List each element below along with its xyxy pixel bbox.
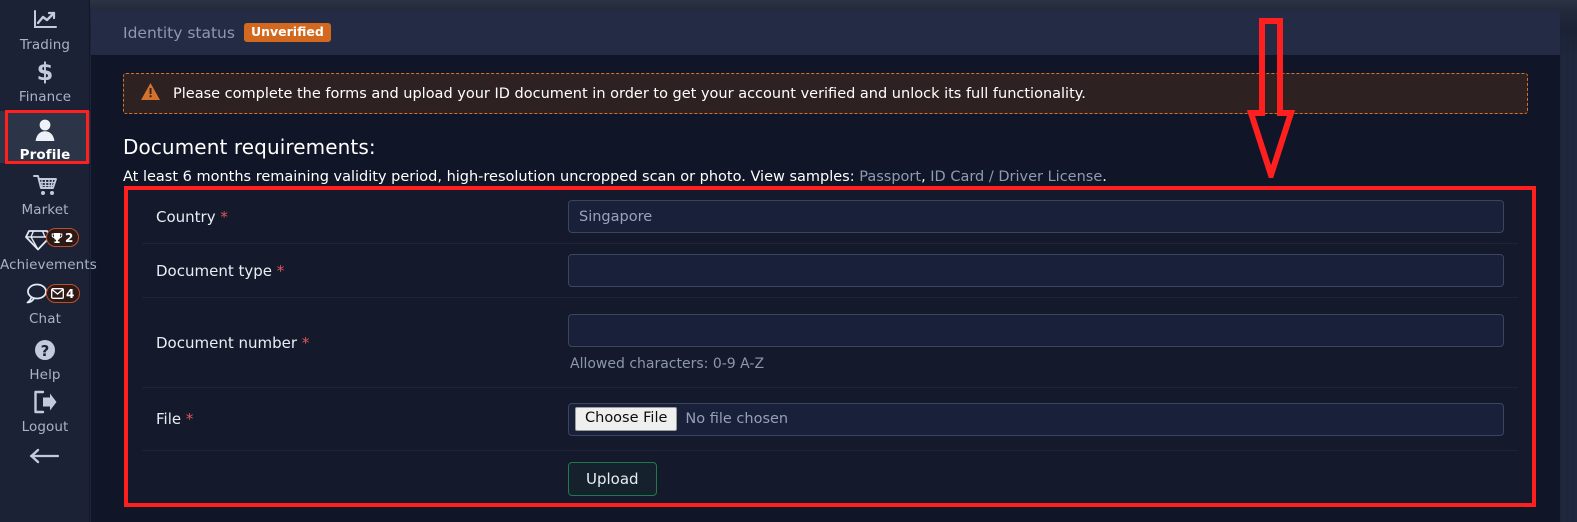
sidebar-item-logout[interactable]: Logout: [0, 388, 90, 435]
form-row-file: File * Choose File No file chosen: [142, 388, 1518, 451]
document-number-input[interactable]: [568, 313, 1504, 347]
link-separator: ,: [921, 169, 931, 185]
content-area: Please complete the forms and upload you…: [91, 73, 1560, 185]
arrow-left-icon: [0, 442, 90, 470]
document-number-label-text: Document number: [156, 333, 298, 352]
sidebar-item-label: Chat: [29, 311, 61, 327]
identity-form: Country * Document type * Document n: [124, 186, 1536, 507]
sidebar-item-market[interactable]: Market: [0, 171, 90, 218]
form-row-country: Country *: [142, 190, 1518, 244]
requirements-title: Document requirements:: [123, 135, 376, 159]
speech-bubble-icon: 4: [0, 280, 90, 308]
sidebar-item-label: Help: [29, 367, 61, 383]
sidebar-item-label: Achievements: [0, 257, 97, 273]
trophy-icon: [51, 232, 63, 243]
file-label: File *: [142, 410, 568, 428]
form-inner: Country * Document type * Document n: [128, 190, 1532, 507]
envelope-icon: [51, 288, 64, 299]
sidebar-item-finance[interactable]: $ Finance: [0, 58, 90, 105]
sidebar-collapse-button[interactable]: [0, 442, 90, 470]
file-name-text: No file chosen: [685, 411, 789, 427]
question-mark-icon: ?: [0, 336, 90, 364]
requirements-description: At least 6 months remaining validity per…: [123, 169, 1528, 185]
required-marker: *: [185, 410, 194, 428]
chat-badge-count: 4: [66, 286, 75, 301]
document-type-label: Document type *: [142, 262, 568, 280]
document-type-label-text: Document type: [156, 261, 272, 280]
country-label-text: Country: [156, 207, 216, 226]
dollar-icon: $: [0, 58, 90, 86]
file-input[interactable]: Choose File No file chosen: [568, 402, 1504, 436]
required-marker: *: [301, 333, 310, 352]
identity-status-label: Identity status: [123, 23, 235, 42]
cart-icon: [0, 171, 90, 199]
submit-wrap: Upload: [568, 462, 1518, 496]
document-number-label: Document number *: [142, 334, 568, 352]
sidebar-item-label: Trading: [19, 37, 71, 53]
document-number-field-wrap: Allowed characters: 0-9 A-Z: [568, 313, 1518, 372]
country-label: Country *: [142, 208, 568, 226]
required-marker: *: [220, 207, 228, 226]
country-input[interactable]: [568, 200, 1504, 233]
document-number-hint: Allowed characters: 0-9 A-Z: [570, 355, 765, 372]
svg-text:$: $: [37, 59, 54, 85]
passport-sample-link[interactable]: Passport: [859, 169, 921, 185]
choose-file-button[interactable]: Choose File: [575, 406, 678, 432]
diamond-icon: 2: [0, 226, 90, 254]
sidebar-item-achievements[interactable]: 2 Achievements: [0, 226, 97, 273]
document-type-field-wrap: [568, 254, 1518, 287]
sidebar-item-help[interactable]: ? Help: [0, 336, 90, 383]
idcard-sample-link[interactable]: ID Card / Driver License: [930, 169, 1102, 185]
alert-text: Please complete the forms and upload you…: [173, 85, 1086, 102]
logout-icon: [0, 388, 90, 416]
sidebar-item-label: Finance: [18, 89, 72, 105]
app-root: Trading $ Finance Profile Market 2 Achie…: [0, 0, 1577, 522]
svg-text:?: ?: [41, 342, 50, 360]
file-field-wrap: Choose File No file chosen: [568, 402, 1518, 436]
country-field-wrap: [568, 200, 1518, 233]
document-type-input[interactable]: [568, 254, 1504, 287]
user-icon: [0, 116, 90, 144]
requirements-text-end: .: [1102, 169, 1107, 185]
form-row-document-type: Document type *: [142, 244, 1518, 298]
achievements-badge-count: 2: [65, 230, 74, 245]
file-label-text: File: [156, 410, 182, 428]
achievements-badge: 2: [46, 228, 80, 247]
upload-button[interactable]: Upload: [568, 462, 657, 496]
identity-status-bar: Identity status Unverified: [91, 10, 1560, 55]
sidebar-item-profile[interactable]: Profile: [0, 111, 90, 163]
requirements-text: At least 6 months remaining validity per…: [123, 169, 860, 185]
chart-line-icon: [0, 6, 90, 34]
required-marker: *: [276, 261, 285, 280]
sidebar-item-trading[interactable]: Trading: [0, 6, 90, 53]
main-sidebar: Trading $ Finance Profile Market 2 Achie…: [0, 0, 97, 522]
form-row-document-number: Document number * Allowed characters: 0-…: [142, 298, 1518, 388]
sidebar-item-label: Market: [21, 202, 69, 218]
sidebar-item-label: Profile: [19, 147, 71, 163]
verification-alert: Please complete the forms and upload you…: [123, 73, 1528, 114]
sidebar-item-label: Logout: [21, 419, 69, 435]
form-row-submit: Upload: [142, 451, 1518, 507]
sidebar-item-chat[interactable]: 4 Chat: [0, 280, 90, 327]
warning-triangle-icon: [140, 82, 161, 105]
chat-badge: 4: [46, 284, 81, 303]
status-badge: Unverified: [243, 22, 331, 43]
